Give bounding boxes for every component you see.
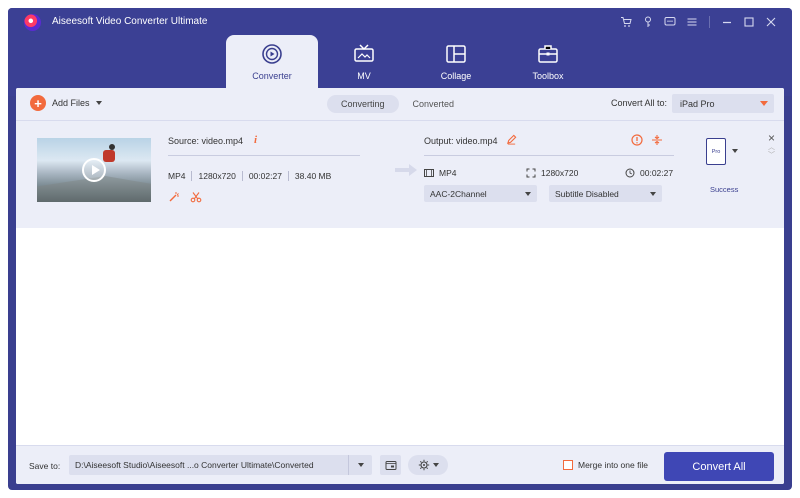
add-files-label: Add Files: [52, 98, 90, 108]
scissors-icon[interactable]: [190, 191, 202, 203]
tab-toolbox[interactable]: Toolbox: [502, 35, 594, 88]
tab-label: Toolbox: [532, 70, 564, 81]
add-files-button[interactable]: + Add Files: [30, 95, 102, 111]
save-to-label: Save to:: [29, 461, 61, 471]
info-icon[interactable]: i: [254, 134, 257, 146]
tab-mv[interactable]: MV: [318, 35, 410, 88]
audio-track-select[interactable]: AAC-2Channel: [424, 185, 537, 202]
clock-icon: [625, 168, 635, 178]
output-metadata: MP4 1280x720 00:02:27: [424, 168, 674, 182]
conversion-status: Success: [710, 185, 739, 194]
collage-icon: [446, 44, 466, 63]
file-item: Source: video.mp4 i MP4 1280x720 00:02:2…: [16, 120, 784, 228]
converter-panel: + Add Files Converting Converted Convert…: [16, 88, 784, 484]
chevron-down-icon: [760, 101, 768, 106]
close-icon[interactable]: [760, 14, 782, 30]
source-resolution: 1280x720: [198, 171, 236, 181]
output-filename: Output: video.mp4: [424, 136, 498, 146]
save-path-field[interactable]: D:\Aiseesoft Studio\Aiseesoft ...o Conve…: [69, 455, 372, 475]
convert-all-button[interactable]: Convert All: [664, 452, 774, 481]
source-metadata: MP4 1280x720 00:02:27 38.40 MB: [168, 171, 331, 181]
compress-icon[interactable]: [651, 134, 663, 146]
chevron-down-icon: [432, 463, 439, 467]
tab-converter[interactable]: Converter: [226, 35, 318, 88]
tab-label: MV: [357, 70, 371, 81]
source-format: MP4: [168, 171, 186, 181]
merge-checkbox[interactable]: [563, 460, 573, 470]
chevron-down-icon: [650, 192, 656, 196]
row-controls: × ︿ ﹀: [768, 132, 775, 159]
film-icon: [424, 169, 434, 177]
pencil-icon[interactable]: [506, 134, 517, 145]
chevron-down-icon[interactable]: ﹀: [768, 152, 775, 159]
chevron-up-icon[interactable]: ︿: [768, 144, 775, 151]
source-duration: 00:02:27: [248, 171, 282, 181]
bottom-bar: Save to: D:\Aiseesoft Studio\Aiseesoft .…: [16, 445, 784, 484]
output-duration: 00:02:27: [640, 168, 674, 178]
convert-all-format-select[interactable]: iPad Pro: [672, 94, 774, 113]
feedback-icon[interactable]: [659, 14, 681, 30]
merge-option[interactable]: Merge into one file: [563, 460, 648, 470]
chevron-down-icon[interactable]: [95, 101, 102, 105]
video-thumbnail[interactable]: [37, 138, 151, 202]
subtitle-select[interactable]: Subtitle Disabled: [549, 185, 662, 202]
format-value: iPad Pro: [680, 98, 715, 109]
output-actions: [631, 134, 663, 146]
app-logo-icon: [24, 14, 41, 31]
converter-icon: [262, 43, 282, 64]
device-label: Pro: [711, 148, 721, 155]
main-nav: Converter MV Collage Toolbox: [226, 35, 594, 88]
cart-icon[interactable]: [615, 14, 637, 30]
status-tabs: Converting Converted: [327, 95, 468, 113]
title-bar: Aiseesoft Video Converter Ultimate Conve…: [8, 8, 792, 96]
menu-icon[interactable]: [681, 14, 703, 30]
merge-label: Merge into one file: [578, 460, 648, 470]
settings-button[interactable]: [408, 455, 448, 475]
magic-wand-icon[interactable]: [168, 191, 180, 203]
tab-collage[interactable]: Collage: [410, 35, 502, 88]
chevron-down-icon: [525, 192, 531, 196]
tab-converted[interactable]: Converted: [399, 95, 469, 113]
remove-icon[interactable]: ×: [768, 132, 775, 144]
tv-icon: [354, 43, 374, 62]
folder-icon: [385, 461, 396, 470]
app-title: Aiseesoft Video Converter Ultimate: [52, 16, 208, 27]
converter-toolbar: + Add Files Converting Converted Convert…: [16, 88, 784, 120]
maximize-icon[interactable]: [738, 14, 760, 30]
save-path-value: D:\Aiseesoft Studio\Aiseesoft ...o Conve…: [75, 460, 314, 470]
tablet-icon: Pro: [706, 138, 726, 165]
arrow-right-icon: [395, 164, 417, 176]
convert-all-to-label: Convert All to:: [611, 98, 668, 108]
chevron-down-icon: [358, 463, 364, 467]
source-filename: Source: video.mp4: [168, 136, 244, 146]
audio-track-value: AAC-2Channel: [430, 188, 487, 199]
tab-label: Converter: [252, 70, 292, 81]
chevron-down-icon[interactable]: [732, 149, 738, 153]
open-folder-button[interactable]: [380, 455, 401, 475]
output-format: MP4: [439, 168, 457, 178]
tab-label: Collage: [440, 70, 472, 81]
plus-icon: +: [30, 95, 46, 111]
output-device-selector[interactable]: Pro: [706, 138, 738, 165]
divider: [168, 155, 360, 156]
tab-converting[interactable]: Converting: [327, 95, 399, 113]
info-circle-icon[interactable]: [631, 134, 643, 146]
title-separator: [709, 16, 710, 28]
edit-tools: [168, 191, 202, 203]
key-icon[interactable]: [637, 14, 659, 30]
toolbox-icon: [538, 44, 558, 63]
window-controls: [615, 14, 782, 30]
output-resolution: 1280x720: [541, 168, 579, 178]
minimize-icon[interactable]: [716, 14, 738, 30]
resolution-icon: [526, 168, 536, 178]
source-size: 38.40 MB: [294, 171, 332, 181]
gear-icon: [418, 459, 429, 471]
app-window: Aiseesoft Video Converter Ultimate Conve…: [8, 8, 792, 490]
divider: [424, 155, 674, 156]
subtitle-value: Subtitle Disabled: [555, 188, 619, 199]
play-icon[interactable]: [82, 158, 106, 182]
